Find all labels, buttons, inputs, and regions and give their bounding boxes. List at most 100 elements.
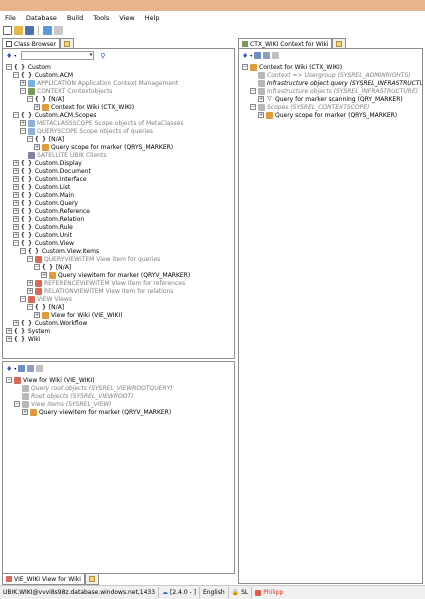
- expand-icon[interactable]: +: [258, 96, 264, 102]
- expand-icon[interactable]: +: [258, 112, 264, 118]
- tree-node[interactable]: +{ } Custom.Relation: [13, 215, 84, 223]
- expand-icon[interactable]: +: [13, 224, 19, 230]
- collapse-icon[interactable]: −: [20, 88, 26, 94]
- collapse-icon[interactable]: −: [13, 240, 19, 246]
- tree-node[interactable]: +{ } Custom.Display: [13, 159, 82, 167]
- expand-icon[interactable]: +: [13, 168, 19, 174]
- expand-icon[interactable]: +: [41, 272, 47, 278]
- tree-node[interactable]: − QUERYVIEWITEM View item for queries: [27, 255, 160, 263]
- collapse-icon[interactable]: −: [27, 96, 33, 102]
- tree-node[interactable]: − Infrastructure objects (SYSREL_INFRASTR…: [250, 87, 418, 95]
- tree-node[interactable]: − CONTEXT Contextobjects: [20, 87, 113, 95]
- tree-node[interactable]: −{ } Custom: [6, 63, 51, 71]
- collapse-icon[interactable]: −: [13, 72, 19, 78]
- expand-icon[interactable]: +: [27, 288, 33, 294]
- collapse-icon[interactable]: −: [27, 304, 33, 310]
- tree-node[interactable]: −{ } Custom.View.Items: [20, 247, 99, 255]
- delete-icon[interactable]: [36, 365, 44, 372]
- expand-icon[interactable]: +: [27, 280, 33, 286]
- tree-node[interactable]: +{ } Custom.Document: [13, 167, 91, 175]
- tab-new[interactable]: [84, 574, 99, 585]
- tree-node[interactable]: −{ } Custom.ACM: [13, 71, 73, 79]
- tree-node[interactable]: −{ } [N/A]: [27, 135, 64, 143]
- tree-node[interactable]: +{ } Custom.Query: [13, 199, 78, 207]
- search-combobox[interactable]: ▾: [21, 51, 95, 60]
- collapse-icon[interactable]: −: [6, 377, 12, 383]
- home-icon[interactable]: ♦: [6, 52, 12, 60]
- collapse-icon[interactable]: −: [20, 128, 26, 134]
- tree-node[interactable]: +{ } Custom.List: [13, 183, 70, 191]
- collapse-icon[interactable]: −: [6, 64, 12, 70]
- collapse-icon[interactable]: −: [250, 88, 256, 94]
- tree-node[interactable]: −{ } [N/A]: [34, 263, 71, 271]
- tree-node[interactable]: − QUERYSCOPE Scope objects of queries: [20, 127, 153, 135]
- collapse-icon[interactable]: −: [27, 136, 33, 142]
- collapse-icon[interactable]: −: [242, 64, 248, 70]
- expand-icon[interactable]: +: [34, 104, 40, 110]
- tree-node[interactable]: + Query scope for marker (QRYS_MARKER): [258, 111, 397, 119]
- tree-node[interactable]: +{ } Custom.Interface: [13, 175, 87, 183]
- tree-node[interactable]: −{ } Custom.ACM.Scopes: [13, 111, 96, 119]
- chevron-down-icon[interactable]: ▾: [250, 53, 252, 58]
- tree-node[interactable]: +{ } System: [6, 327, 50, 335]
- expand-icon[interactable]: +: [6, 336, 12, 342]
- home-icon[interactable]: ♦: [6, 365, 12, 373]
- collapse-icon[interactable]: −: [20, 248, 26, 254]
- menu-database[interactable]: Database: [21, 14, 62, 22]
- tree-node[interactable]: + Query viewitem for marker (QRYV_MARKER): [22, 408, 171, 416]
- expand-icon[interactable]: +: [13, 200, 19, 206]
- menu-help[interactable]: Help: [140, 14, 165, 22]
- collapse-icon[interactable]: −: [20, 296, 26, 302]
- tree-node[interactable]: +{ } Custom.Workflow: [13, 319, 87, 327]
- tree-node[interactable]: −{ } [N/A]: [27, 303, 64, 311]
- tree-node[interactable]: − Context for Wiki (CTX_WIKI): [242, 63, 342, 71]
- chevron-down-icon[interactable]: ▾: [14, 366, 16, 371]
- tree-node[interactable]: +{ } Custom.Unit: [13, 231, 72, 239]
- tree-node[interactable]: −{ } [N/A]: [27, 95, 64, 103]
- home-icon[interactable]: ♦: [242, 52, 248, 60]
- tree-node[interactable]: + Query scope for marker (QRYS_MARKER): [34, 143, 173, 151]
- tree-node[interactable]: − VIEW Views: [20, 295, 72, 303]
- tree-node[interactable]: + View for Wiki (VIE_WIKI): [34, 311, 123, 319]
- tree-node[interactable]: + APPLICATION Application Context Managem…: [20, 79, 178, 87]
- menu-build[interactable]: Build: [62, 14, 88, 22]
- expand-icon[interactable]: +: [34, 312, 40, 318]
- collapse-icon[interactable]: −: [250, 104, 256, 110]
- tree-node[interactable]: + REFERENCEVIEWITEM View item for referen…: [27, 279, 185, 287]
- tree-node[interactable]: +{ } Custom.Reference: [13, 207, 90, 215]
- expand-icon[interactable]: +: [13, 232, 19, 238]
- search-icon[interactable]: ⚲: [100, 52, 105, 60]
- expand-icon[interactable]: +: [13, 208, 19, 214]
- delete-icon[interactable]: [272, 52, 280, 59]
- tree-node[interactable]: +{ } Custom.Main: [13, 191, 74, 199]
- new-icon[interactable]: [3, 25, 12, 35]
- chevron-down-icon[interactable]: ▾: [14, 53, 16, 58]
- save-icon[interactable]: [25, 25, 34, 35]
- expand-icon[interactable]: +: [20, 120, 26, 126]
- save-icon[interactable]: [263, 52, 271, 59]
- tree-node[interactable]: + ▽ Query for marker scanning (QRY_MARKER): [258, 95, 403, 103]
- open-folder-icon[interactable]: [14, 25, 23, 35]
- expand-icon[interactable]: +: [6, 328, 12, 334]
- tab-vie-wiki[interactable]: VIE_WIKI View for Wiki: [2, 574, 85, 585]
- expand-icon[interactable]: +: [34, 144, 40, 150]
- tree-node[interactable]: Query root objects (SYSREL_VIEWROOTQUERY…: [14, 384, 173, 392]
- expand-icon[interactable]: +: [13, 176, 19, 182]
- tree-node[interactable]: +{ } Custom.Rule: [13, 223, 73, 231]
- settings-icon[interactable]: [54, 25, 63, 35]
- tree-node[interactable]: Root objects (SYSREL_VIEWROOT): [14, 392, 133, 400]
- menu-file[interactable]: File: [0, 14, 21, 22]
- expand-icon[interactable]: +: [22, 409, 28, 415]
- menu-view[interactable]: View: [114, 14, 139, 22]
- tree-node[interactable]: − Scopes (SYSREL_CONTEXTSCOPE): [250, 103, 369, 111]
- tree-node[interactable]: − View items (SYSREL_VIEW): [14, 400, 112, 408]
- tree-node[interactable]: −{ } Custom.View: [13, 239, 74, 247]
- save-icon[interactable]: [27, 365, 35, 372]
- expand-icon[interactable]: +: [13, 184, 19, 190]
- expand-icon[interactable]: +: [13, 160, 19, 166]
- refresh-icon[interactable]: [18, 365, 26, 372]
- expand-icon[interactable]: +: [13, 320, 19, 326]
- refresh-icon[interactable]: [254, 52, 262, 59]
- menu-tools[interactable]: Tools: [88, 14, 114, 22]
- expand-icon[interactable]: +: [13, 216, 19, 222]
